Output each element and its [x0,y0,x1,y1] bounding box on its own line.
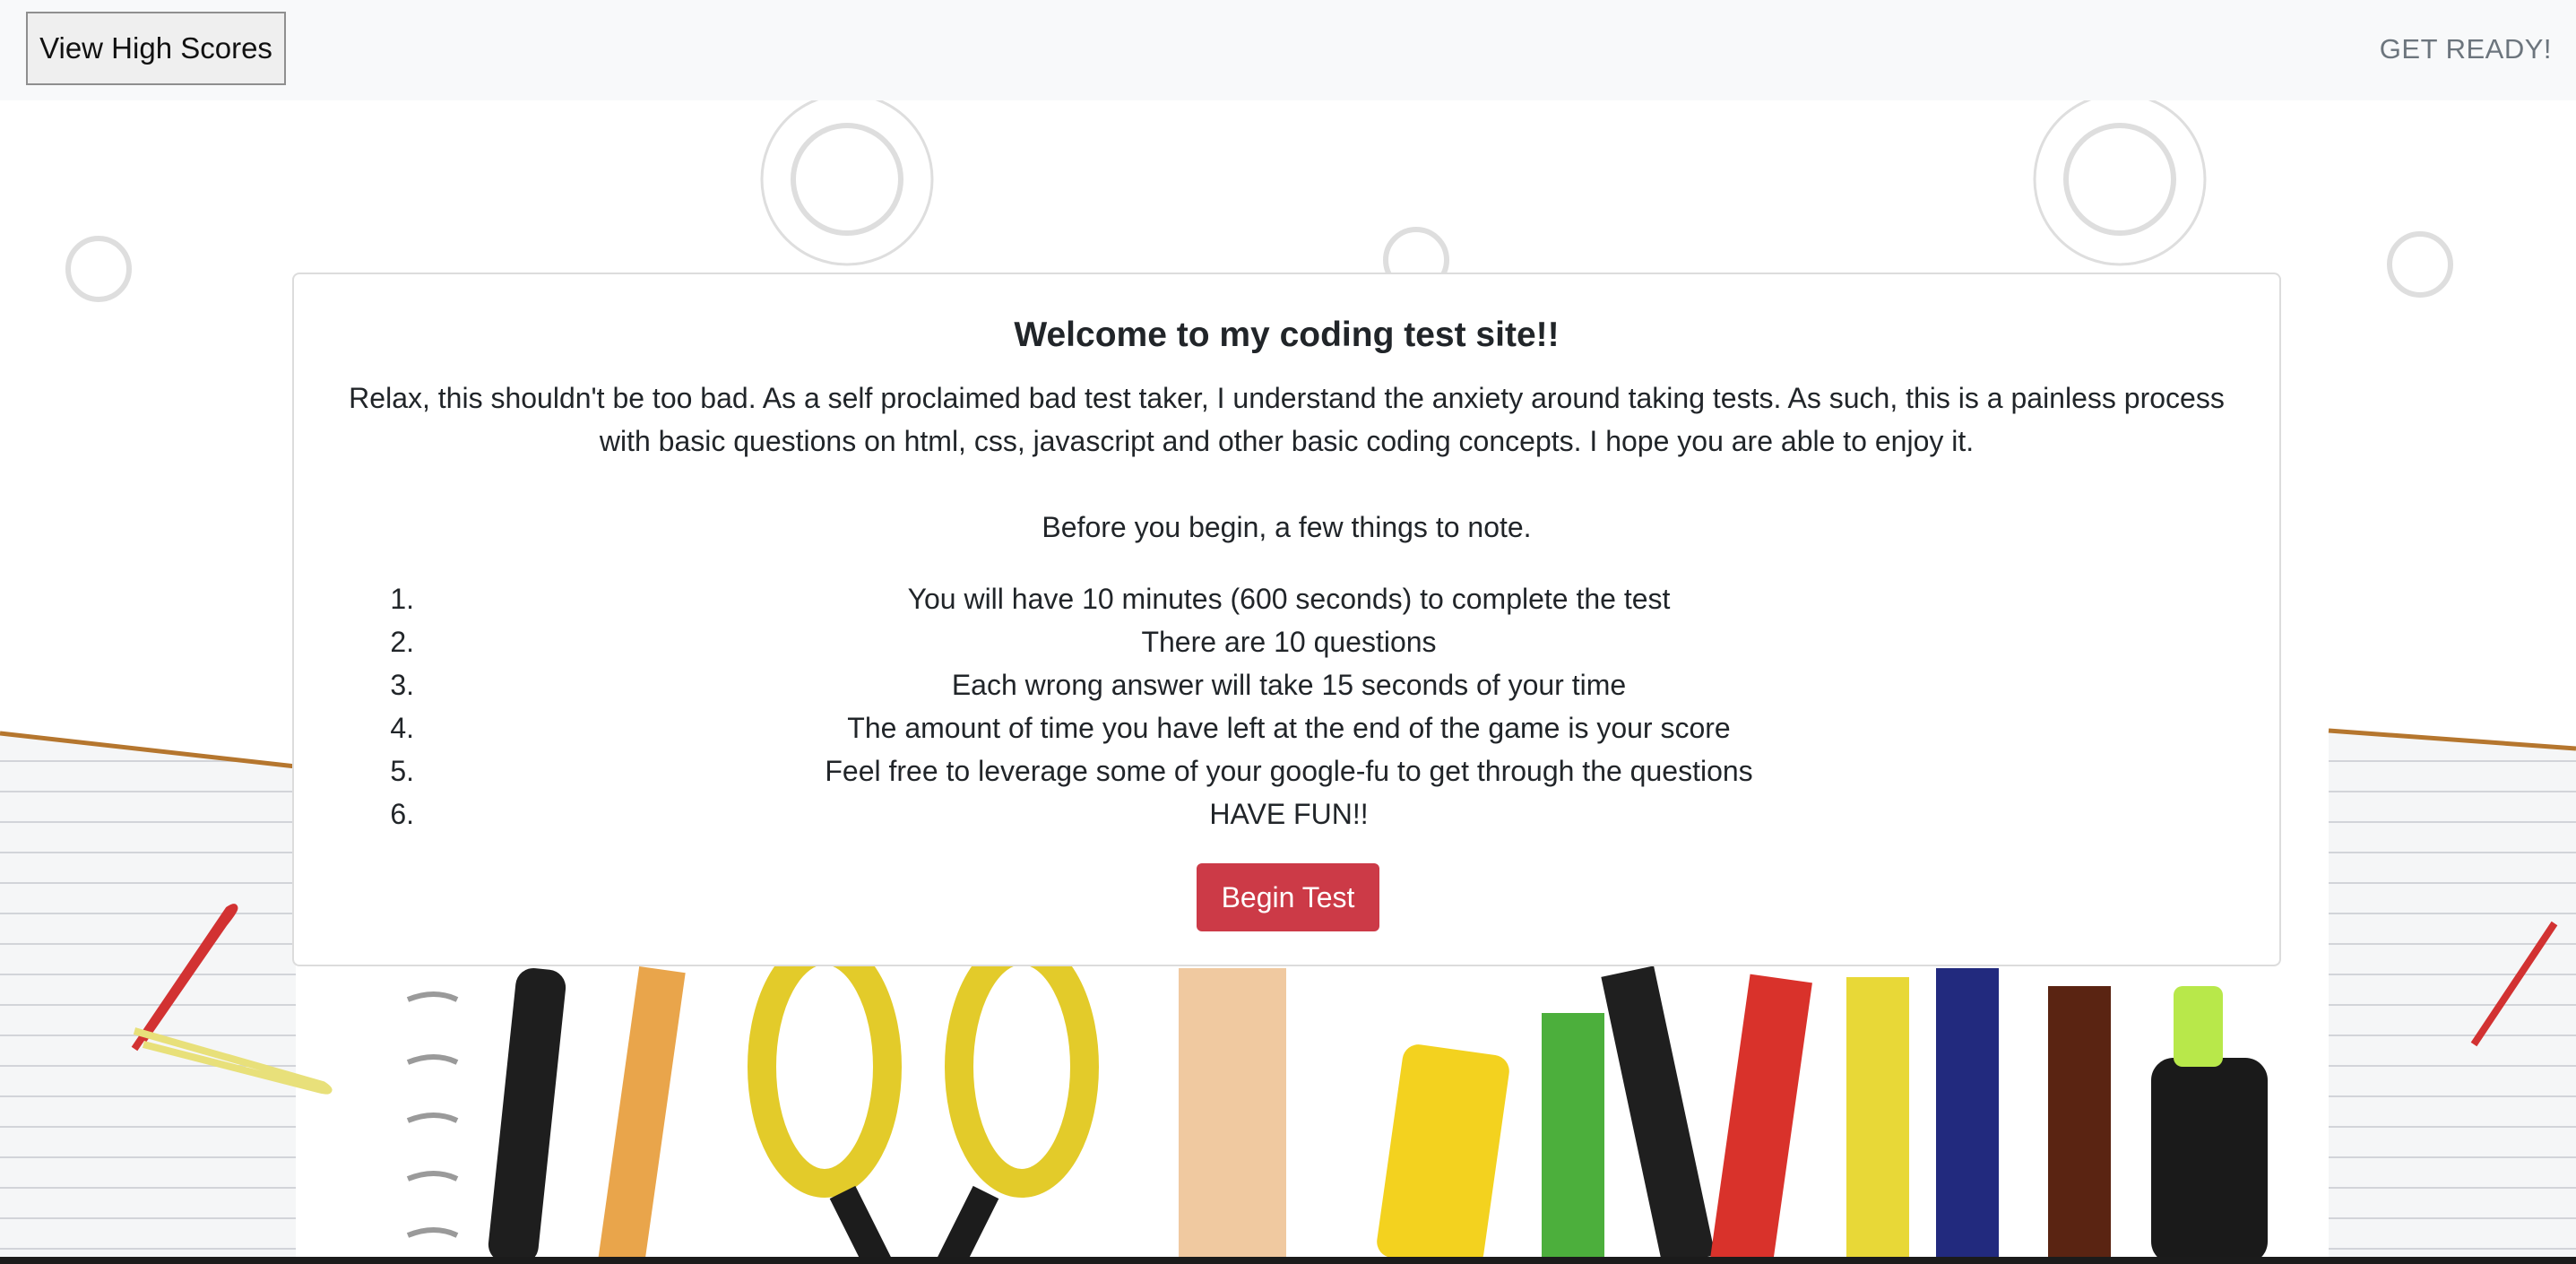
welcome-title: Welcome to my coding test site!! [1014,316,1560,354]
rule-item: 3. Each wrong answer will take 15 seconds… [294,663,2279,706]
notebook-right [2328,728,2576,1264]
view-high-scores-button[interactable]: View High Scores [26,12,286,85]
yellow-pencil [1846,977,1909,1264]
watermark-group [65,100,2453,302]
highlighter-tip [2174,986,2223,1067]
rule-text: The amount of time you have left at the … [847,712,1731,744]
rule-number: 2. [390,626,414,658]
navy-pencil [1936,968,1999,1264]
rule-item: 4. The amount of time you have left at th… [294,706,2279,749]
begin-test-button[interactable]: Begin Test [1197,863,1379,931]
scissors [748,936,1099,1264]
black-pen [488,967,566,1264]
rule-number: 3. [390,669,414,701]
rule-item: 1. You will have 10 minutes (600 seconds)… [294,577,2279,620]
black-marker [1601,965,1716,1264]
ruler [1179,968,1286,1264]
highlighter [2151,1058,2268,1264]
rule-text: HAVE FUN!! [1209,798,1369,830]
rule-number: 5. [390,755,414,787]
orange-pencil [598,965,686,1264]
rule-text: There are 10 questions [1141,626,1437,658]
rule-number: 6. [390,798,414,830]
rule-number: 1. [390,583,414,615]
rule-item: 5. Feel free to leverage some of your goo… [294,749,2279,792]
navbar: View High Scores GET READY! [0,0,2576,100]
rule-text: Feel free to leverage some of your googl… [825,755,1753,787]
rule-text: Each wrong answer will take 15 seconds o… [951,669,1627,701]
rule-number: 4. [390,712,414,744]
rule-text: You will have 10 minutes (600 seconds) t… [907,583,1671,615]
rules-list: 1. You will have 10 minutes (600 seconds)… [294,577,2279,835]
box-cutter [1377,1044,1509,1264]
brown-pencil [2048,986,2111,1264]
welcome-card: Welcome to my coding test site!! Relax, … [292,273,2281,966]
rule-item: 6. HAVE FUN!! [294,792,2279,835]
spiral-binding [406,991,459,1238]
rule-item: 2. There are 10 questions [294,620,2279,663]
notebook-left [0,731,297,1264]
intro-paragraph: Relax, this shouldn't be too bad. As a s… [349,382,2225,457]
red-pencil [1710,974,1812,1264]
bottom-edge [0,1257,2576,1264]
note-heading: Before you begin, a few things to note. [1042,511,1532,543]
timer-status: GET READY! [2379,33,2552,65]
green-pencil [1542,1013,1604,1264]
